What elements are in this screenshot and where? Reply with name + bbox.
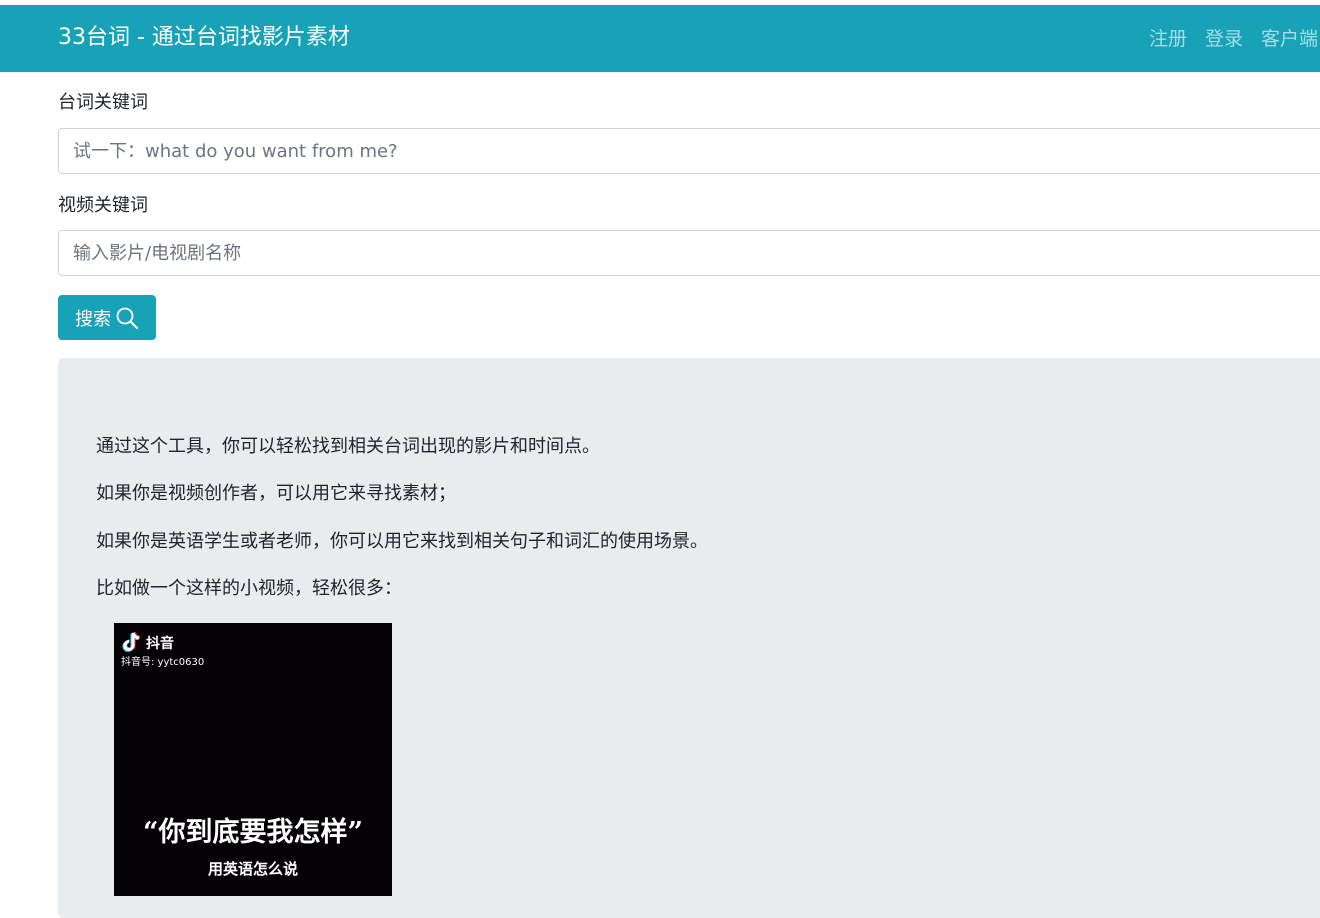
search-button-label: 搜索 — [75, 308, 111, 330]
video-keyword-label: 视频关键词 — [58, 195, 148, 216]
intro-line-4: 比如做一个这样的小视频，轻松很多： — [96, 578, 402, 599]
intro-line-2: 如果你是视频创作者，可以用它来寻找素材； — [96, 483, 456, 504]
tiktok-logo-icon — [122, 631, 142, 657]
video-caption: “你到底要我怎样” — [142, 817, 364, 848]
line-keyword-input[interactable] — [58, 128, 1320, 174]
example-video[interactable]: 抖音 抖音号: yytc0630 “你到底要我怎样” 用英语怎么说 — [114, 623, 392, 896]
tiktok-app-name: 抖音 — [146, 636, 174, 652]
line-keyword-label: 台词关键词 — [58, 92, 148, 113]
tiktok-watermark: 抖音 — [122, 631, 174, 657]
video-subcaption: 用英语怎么说 — [207, 860, 298, 878]
tiktok-account-id: 抖音号: yytc0630 — [121, 657, 205, 668]
intro-line-1: 通过这个工具，你可以轻松找到相关台词出现的影片和时间点。 — [96, 436, 600, 457]
nav-links: 注册 登录 客户端 — [1149, 26, 1318, 52]
intro-line-3: 如果你是英语学生或者老师，你可以用它来找到相关句子和词汇的使用场景。 — [96, 531, 708, 552]
nav-register-link[interactable]: 注册 — [1149, 26, 1187, 52]
nav-login-link[interactable]: 登录 — [1205, 26, 1243, 52]
video-keyword-input[interactable] — [58, 230, 1320, 276]
search-button[interactable]: 搜索 — [58, 295, 156, 340]
nav-client-link[interactable]: 客户端 — [1261, 26, 1318, 52]
search-icon — [115, 306, 139, 330]
brand-title[interactable]: 33台词 - 通过台词找影片素材 — [58, 23, 350, 53]
top-navbar: 33台词 - 通过台词找影片素材 注册 登录 客户端 — [0, 5, 1320, 72]
